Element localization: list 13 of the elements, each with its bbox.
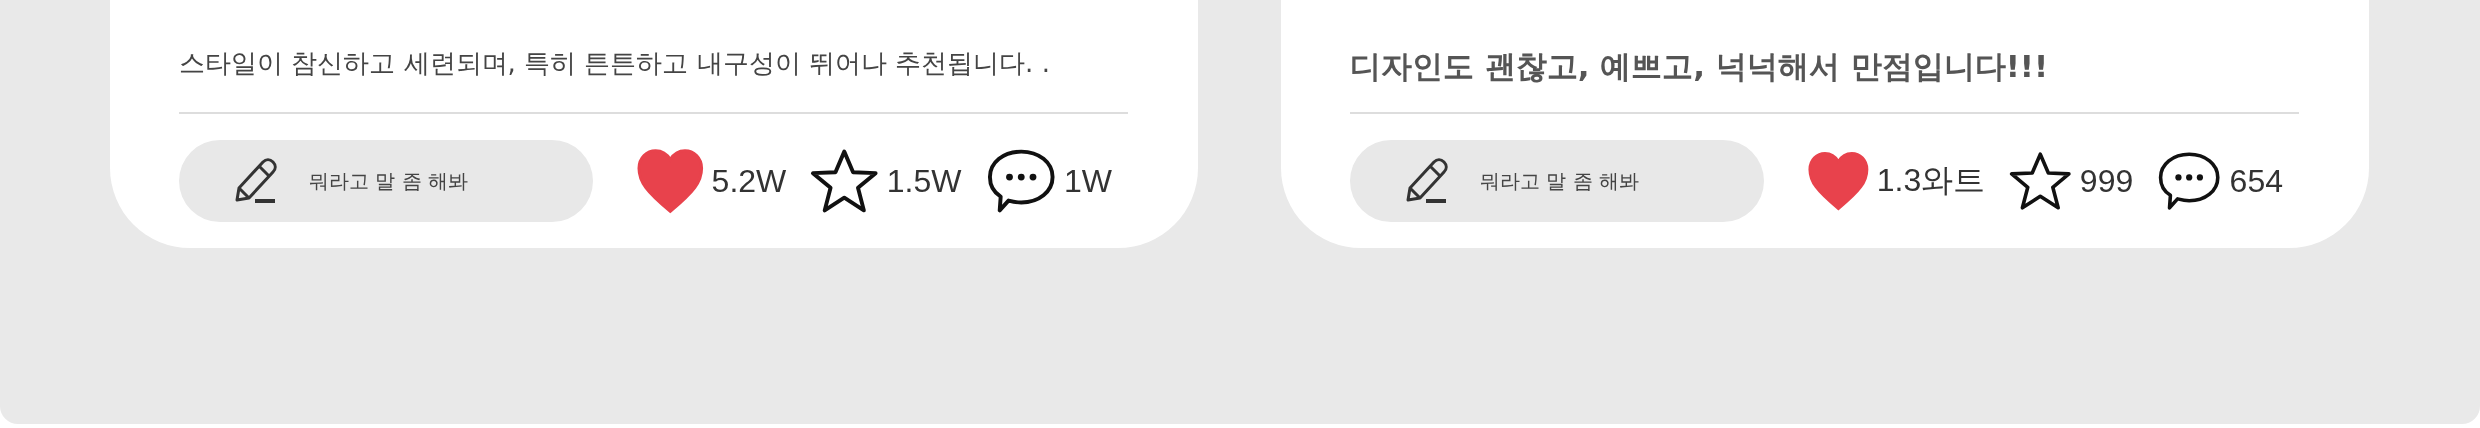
favorite-count: 1.5W (886, 162, 962, 200)
comment-icon[interactable] (985, 147, 1056, 215)
comment-field[interactable]: 뭐라고 말 좀 해봐 (1350, 140, 1764, 222)
like-count: 1.3와트 (1876, 161, 1986, 200)
comment-count: 654 (2229, 162, 2283, 200)
like-count: 5.2W (711, 162, 787, 200)
review-text: 스타일이 참신하고 세련되며, 특히 튼튼하고 내구성이 뛰어나 추천됩니다. . (179, 47, 1051, 80)
heart-icon[interactable] (637, 148, 704, 214)
review-text: 디자인도 괜찮고, 예쁘고, 넉넉해서 만점입니다!!! (1350, 47, 2050, 86)
favorite-count: 999 (2079, 162, 2134, 200)
star-icon[interactable] (810, 148, 879, 214)
comment-field[interactable]: 뭐라고 말 좀 해봐 (179, 140, 593, 222)
comment-count: 1W (1064, 162, 1112, 200)
